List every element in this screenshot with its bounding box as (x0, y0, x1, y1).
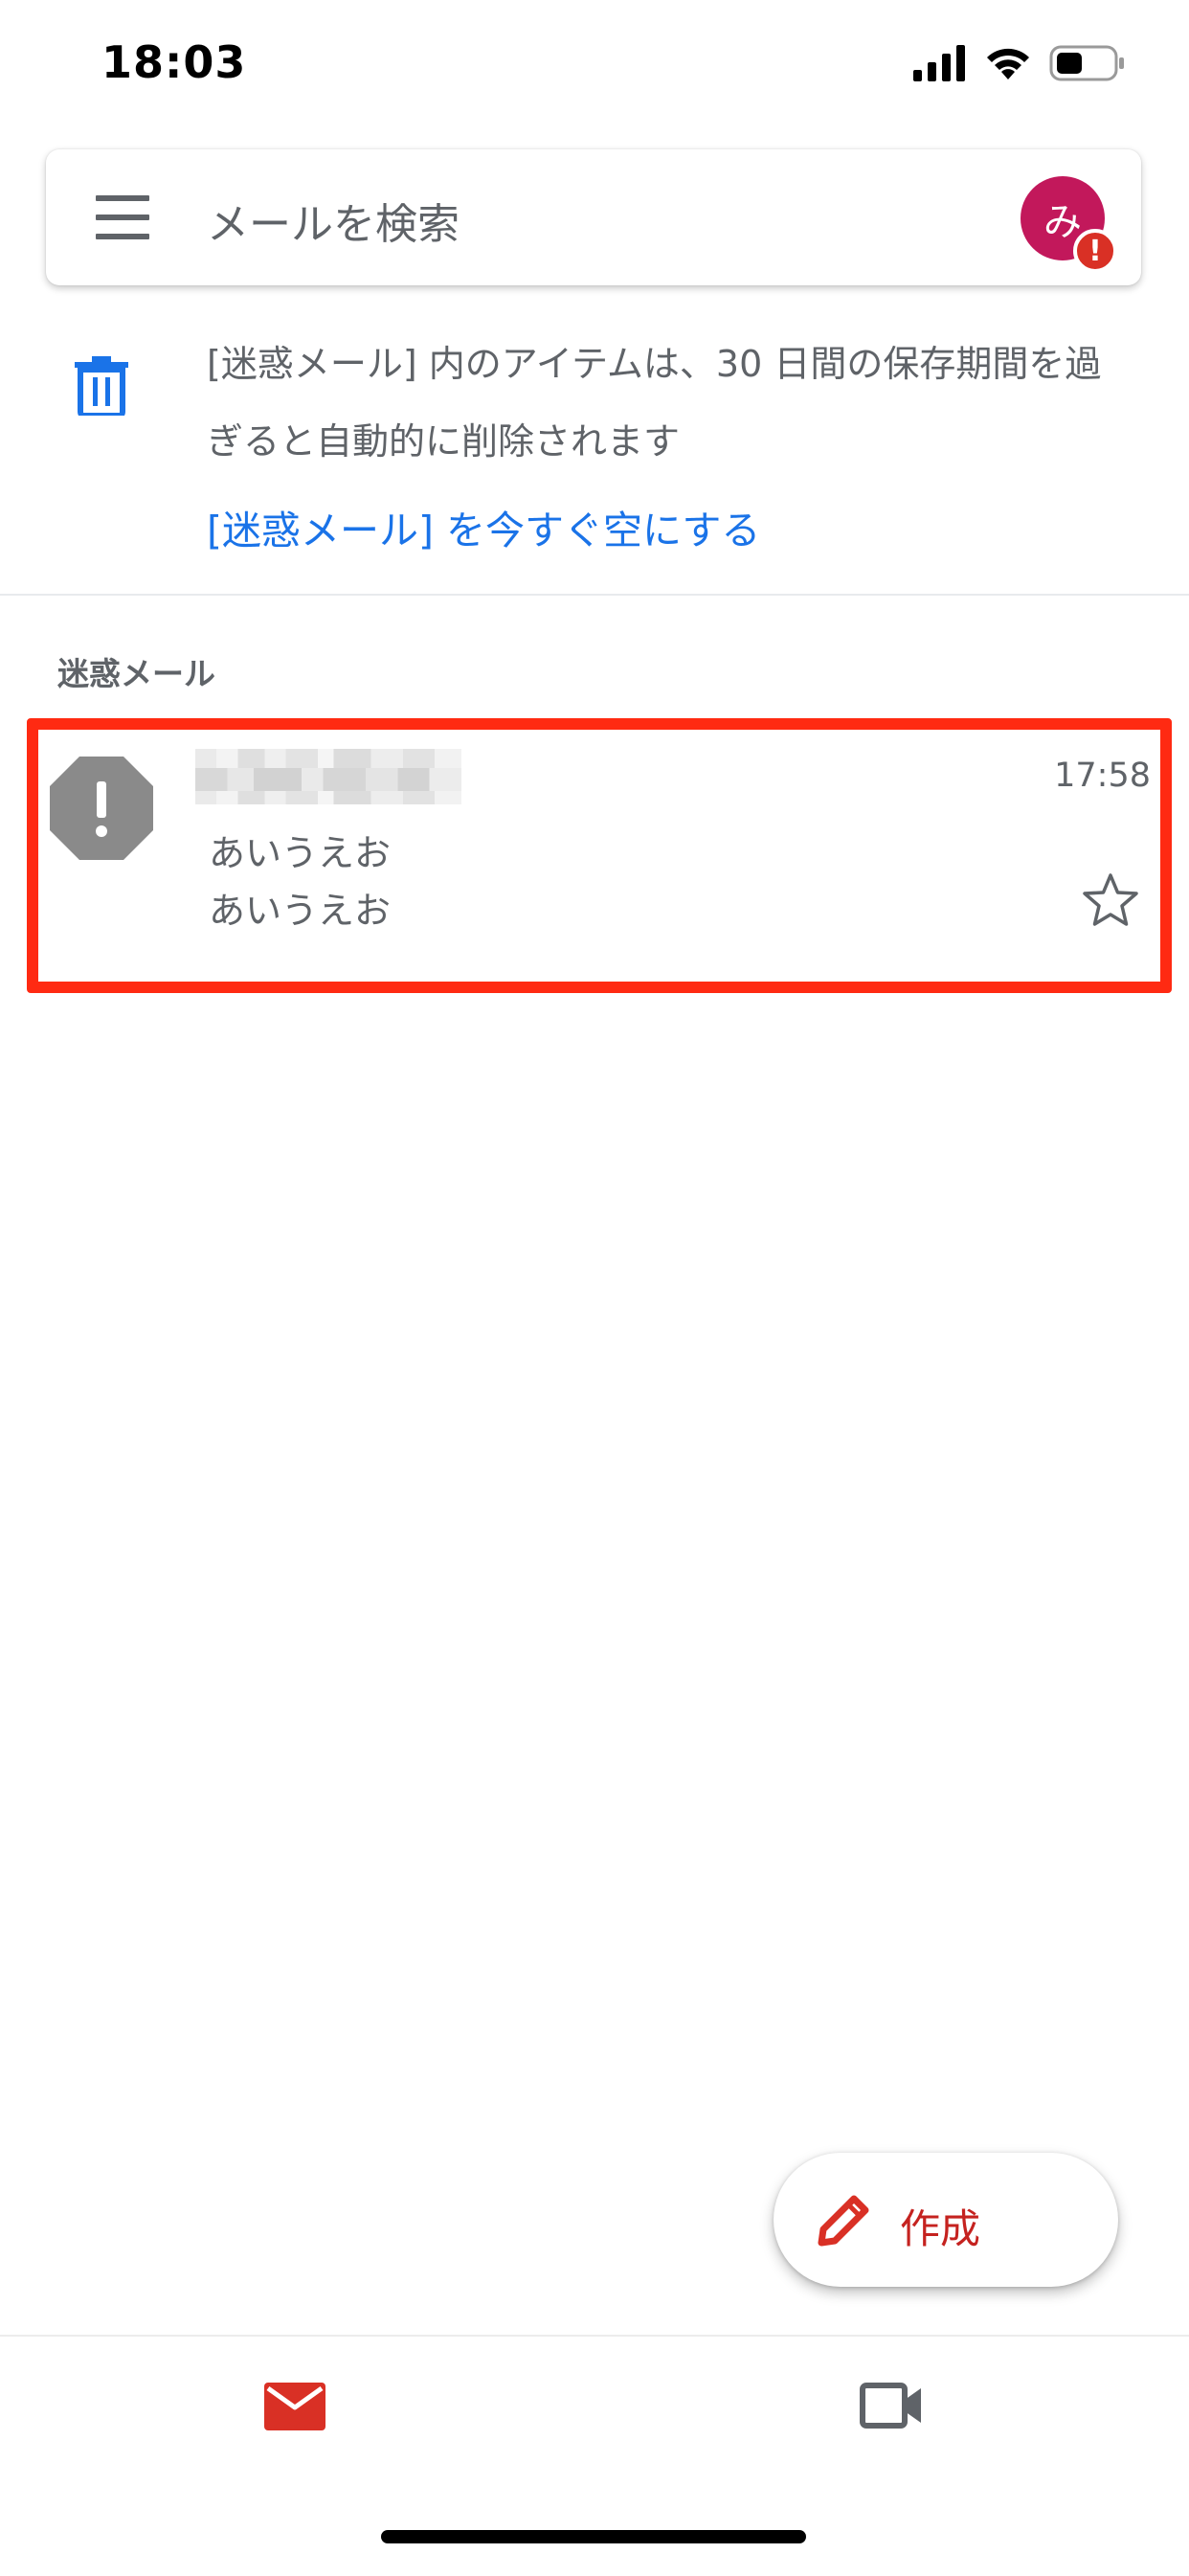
pencil-icon (818, 2195, 869, 2247)
mail-icon[interactable] (264, 2383, 325, 2430)
status-bar: 18:03 (0, 0, 1189, 134)
avatar-alert-badge: ! (1073, 229, 1117, 273)
mail-list-item[interactable]: 17:58 あいうえお あいうえお (27, 718, 1172, 993)
wifi-icon (987, 48, 1029, 79)
spam-retention-notice: [迷惑メール] 内のアイテムは、30 日間の保存期間を過ぎると自動的に削除されま… (207, 343, 1102, 463)
empty-spam-link[interactable]: [迷惑メール] を今すぐ空にする (207, 498, 760, 555)
compose-button[interactable]: 作成 (774, 2153, 1118, 2287)
section-label: 迷惑メール (57, 655, 215, 692)
sender-name-blurred (195, 749, 461, 804)
trash-icon (75, 356, 128, 416)
video-camera-icon[interactable] (860, 2381, 923, 2430)
divider (0, 594, 1189, 596)
menu-icon[interactable] (96, 195, 153, 239)
mail-subject: あいうえお (209, 832, 392, 874)
search-input[interactable]: メールを検索 (207, 190, 460, 251)
status-icons (913, 42, 1126, 84)
star-icon[interactable] (1082, 871, 1139, 929)
compose-label: 作成 (900, 2205, 981, 2252)
mail-time: 17:58 (1054, 757, 1151, 795)
search-bar[interactable]: メールを検索 み ! (46, 149, 1141, 285)
home-indicator (381, 2530, 806, 2543)
status-time: 18:03 (101, 36, 247, 88)
mail-snippet: あいうえお (209, 890, 392, 932)
warning-octagon-icon (50, 757, 153, 860)
battery-icon (1049, 45, 1124, 81)
signal-icon (913, 45, 965, 81)
